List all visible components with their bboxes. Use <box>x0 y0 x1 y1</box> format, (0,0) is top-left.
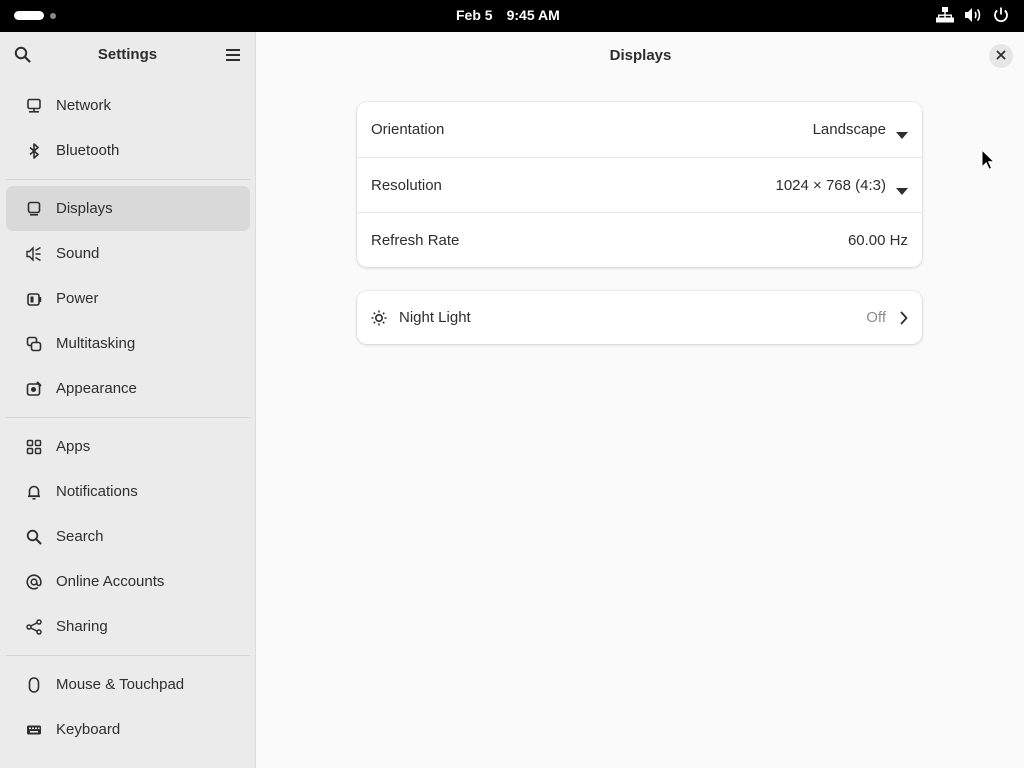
display-icon <box>26 201 42 217</box>
network-wired-icon <box>936 6 954 24</box>
sidebar-item-appearance[interactable]: Appearance <box>6 366 250 411</box>
activities-button[interactable] <box>14 11 56 20</box>
sidebar-item-label: Bluetooth <box>56 142 120 159</box>
mouse-pointer-icon <box>981 148 996 176</box>
workspace-indicator <box>50 12 56 19</box>
sidebar-item-search[interactable]: Search <box>6 514 250 559</box>
sidebar-item-multitasking[interactable]: Multitasking <box>6 321 250 366</box>
sidebar-item-label: Search <box>56 528 104 545</box>
sidebar-item-label: Apps <box>56 438 91 455</box>
chevron-right-icon <box>900 311 908 325</box>
night-light-status: Off <box>866 309 886 326</box>
appearance-icon <box>26 380 42 397</box>
dropdown-arrow-icon <box>896 126 908 139</box>
display-settings-card: Orientation Landscape Resolution 1024 × … <box>357 102 922 267</box>
sidebar-item-label: Sharing <box>56 618 108 635</box>
sidebar-item-label: Sound <box>56 245 100 262</box>
sidebar-item-label: Power <box>56 290 99 307</box>
top-bar: Feb 5 9:45 AM <box>0 0 1024 32</box>
sidebar-item-label: Network <box>56 97 112 114</box>
refresh-rate-value: 60.00 Hz <box>847 231 908 249</box>
system-menu[interactable] <box>936 6 1010 24</box>
network-icon <box>26 98 42 114</box>
dropdown-arrow-icon <box>896 182 908 195</box>
sidebar-item-label: Keyboard <box>56 721 121 738</box>
sidebar-divider <box>6 417 250 418</box>
night-light-label: Night Light <box>399 309 471 326</box>
refresh-rate-row: Refresh Rate 60.00 Hz <box>357 212 922 267</box>
clock-date: Feb 5 <box>456 7 493 23</box>
mouse-icon <box>26 676 42 693</box>
power-plug-icon <box>26 291 42 307</box>
clock[interactable]: Feb 5 9:45 AM <box>456 7 560 23</box>
orientation-label: Orientation <box>371 121 445 138</box>
refresh-rate-label: Refresh Rate <box>371 231 460 249</box>
sidebar-divider <box>6 179 250 180</box>
night-light-card: Night Light Off <box>357 291 922 344</box>
night-light-sun-icon <box>371 310 387 326</box>
at-sign-icon <box>26 573 42 590</box>
volume-icon <box>964 6 982 24</box>
sidebar-title: Settings <box>97 46 158 63</box>
displays-panel: Displays Orientation Landscape Resolutio… <box>257 32 1024 768</box>
resolution-label: Resolution <box>371 176 442 194</box>
sidebar-item-mouse-touchpad[interactable]: Mouse & Touchpad <box>6 662 250 707</box>
power-icon <box>992 6 1010 24</box>
bell-icon <box>26 484 42 500</box>
close-button[interactable] <box>989 44 1013 68</box>
sidebar-item-network[interactable]: Network <box>6 83 250 128</box>
bluetooth-icon <box>26 142 42 159</box>
workspace-indicator-active <box>14 11 44 20</box>
apps-grid-icon <box>26 439 42 455</box>
sidebar-item-power[interactable]: Power <box>6 276 250 321</box>
share-icon <box>26 618 42 635</box>
sidebar-item-label: Online Accounts <box>56 573 165 590</box>
sidebar-item-sharing[interactable]: Sharing <box>6 604 250 649</box>
resolution-value: 1024 × 768 (4:3) <box>775 176 886 194</box>
sidebar-item-notifications[interactable]: Notifications <box>6 469 250 514</box>
search-icon <box>26 529 42 545</box>
sidebar-item-online-accounts[interactable]: Online Accounts <box>6 559 250 604</box>
sidebar-item-sound[interactable]: Sound <box>6 231 250 276</box>
sidebar-item-bluetooth[interactable]: Bluetooth <box>6 128 250 173</box>
resolution-row[interactable]: Resolution 1024 × 768 (4:3) <box>357 157 922 212</box>
sidebar-header: Settings <box>0 32 255 78</box>
sidebar-item-label: Notifications <box>56 483 138 500</box>
sidebar-list: Network Bluetooth Displays Sound Power M… <box>0 83 255 752</box>
page-title: Displays <box>609 47 672 64</box>
sidebar-item-label: Displays <box>56 200 113 217</box>
orientation-row[interactable]: Orientation Landscape <box>357 102 922 157</box>
sidebar-item-label: Appearance <box>56 380 137 397</box>
close-icon <box>996 47 1006 65</box>
sidebar-item-label: Mouse & Touchpad <box>56 676 185 693</box>
settings-sidebar: Settings Network Bluetooth Displays Soun… <box>0 32 256 768</box>
clock-time: 9:45 AM <box>506 7 560 23</box>
night-light-row[interactable]: Night Light Off <box>357 291 922 344</box>
orientation-value: Landscape <box>812 121 886 138</box>
multitasking-icon <box>26 336 42 352</box>
hamburger-menu-icon[interactable] <box>225 48 241 67</box>
sidebar-item-label: Multitasking <box>56 335 136 352</box>
sidebar-item-displays[interactable]: Displays <box>6 186 250 231</box>
sidebar-item-keyboard[interactable]: Keyboard <box>6 707 250 752</box>
keyboard-icon <box>26 722 42 738</box>
sidebar-divider <box>6 655 250 656</box>
sound-icon <box>26 245 42 262</box>
sidebar-item-apps[interactable]: Apps <box>6 424 250 469</box>
